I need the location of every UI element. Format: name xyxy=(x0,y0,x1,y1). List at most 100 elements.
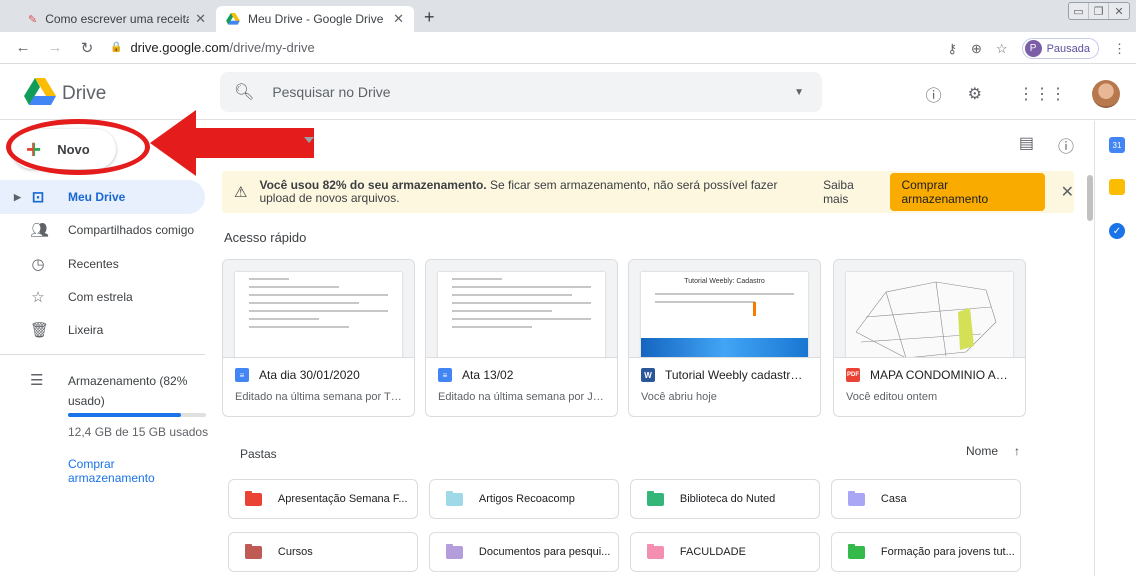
dropdown-caret-icon[interactable] xyxy=(304,137,314,143)
folder-name: Casa xyxy=(880,493,907,505)
file-thumbnail xyxy=(834,260,1025,358)
folder-tile[interactable]: FACULDADE xyxy=(630,532,820,572)
sort-label[interactable]: Nome xyxy=(966,444,998,458)
main-content: ▤ ⓘ ⚠ Você usou 82% do seu armazenamento… xyxy=(210,121,1086,576)
buy-storage-button[interactable]: Comprar armazenamento xyxy=(890,173,1045,211)
minimize-icon[interactable]: ▭ xyxy=(1069,3,1089,19)
tab-recipe[interactable]: ✎ Como escrever uma receita ✕ xyxy=(18,6,216,32)
sidebar-item-recent[interactable]: ◷ Recentes xyxy=(0,247,205,281)
folder-tile[interactable]: Artigos Recoacomp xyxy=(429,479,619,519)
search-icon[interactable]: 🔍︎ xyxy=(234,82,254,102)
folders-title: Pastas xyxy=(240,447,277,461)
expand-caret-icon[interactable]: ▶ xyxy=(14,192,21,203)
settings-gear-icon[interactable]: ⚙ xyxy=(968,84,982,104)
browser-menu-icon[interactable]: ⋮ xyxy=(1113,41,1126,57)
user-avatar[interactable] xyxy=(1092,80,1120,108)
storage-warning-banner: ⚠ Você usou 82% do seu armazenamento. Se… xyxy=(222,171,1074,213)
browser-tab-bar: ✎ Como escrever uma receita ✕ Meu Drive … xyxy=(0,0,1136,32)
quick-access-card[interactable]: PDF MAPA CONDOMINIO AGUA... Você editou o… xyxy=(833,259,1026,417)
folder-icon xyxy=(446,490,463,506)
folder-icon xyxy=(245,543,262,559)
sidebar-item-label: Meu Drive xyxy=(68,190,126,204)
bookmark-star-icon[interactable]: ☆ xyxy=(996,41,1008,57)
word-icon: W xyxy=(641,368,655,382)
storage-used-text: 12,4 GB de 15 GB usados xyxy=(68,425,209,439)
search-bar[interactable]: 🔍︎ Pesquisar no Drive ▼ xyxy=(220,72,822,112)
quick-access-title: Acesso rápido xyxy=(224,230,307,245)
file-name: Tutorial Weebly cadastro B... xyxy=(665,368,808,382)
url-field[interactable]: 🔒 drive.google.com /drive/my-drive xyxy=(110,40,315,55)
back-icon[interactable]: ← xyxy=(14,39,32,56)
profile-avatar: P xyxy=(1024,40,1042,57)
keep-icon[interactable] xyxy=(1109,179,1125,195)
main-scrollbar[interactable] xyxy=(1086,121,1094,576)
key-icon[interactable]: ⚷ xyxy=(947,41,957,57)
learn-more-button[interactable]: Saiba mais xyxy=(823,178,880,206)
thumbnail-title: Tutorial Weebly: Cadastro xyxy=(684,278,765,285)
quick-access-card[interactable]: ≡ Ata dia 30/01/2020 Editado na última se… xyxy=(222,259,415,417)
warning-icon: ⚠ xyxy=(234,184,248,201)
header-actions: ⓘ ⚙ ⋮⋮⋮ xyxy=(926,80,1120,108)
address-bar: ← → ↻ 🔒 drive.google.com /drive/my-drive… xyxy=(0,32,1136,64)
folder-tile[interactable]: Casa xyxy=(831,479,1021,519)
help-icon[interactable]: ⓘ xyxy=(926,82,942,106)
view-actions: ▤ ⓘ xyxy=(1019,133,1074,157)
url-path: /drive/my-drive xyxy=(229,40,315,55)
google-docs-icon: ≡ xyxy=(438,368,452,382)
close-banner-icon[interactable]: ✕ xyxy=(1061,182,1074,202)
drive-favicon-icon xyxy=(226,13,240,25)
folder-tile[interactable]: Biblioteca do Nuted xyxy=(630,479,820,519)
profile-button[interactable]: P Pausada xyxy=(1021,38,1099,59)
forward-icon[interactable]: → xyxy=(46,39,64,56)
banner-message: Você usou 82% do seu armazenamento. Se f… xyxy=(259,179,789,205)
sidebar-item-trash[interactable]: 🗑︎ Lixeira xyxy=(0,313,205,347)
search-input[interactable]: Pesquisar no Drive xyxy=(272,84,390,100)
clock-icon: ◷ xyxy=(31,256,45,273)
close-tab-icon[interactable]: ✕ xyxy=(195,11,206,27)
folder-tile[interactable]: Formação para jovens tut... xyxy=(831,532,1021,572)
calendar-icon[interactable]: 31 xyxy=(1109,137,1125,153)
quick-access-card[interactable]: Tutorial Weebly: Cadastro W Tutorial Weeb… xyxy=(628,259,821,417)
file-thumbnail: Tutorial Weebly: Cadastro xyxy=(629,260,820,358)
banner-bold: Você usou 82% do seu armazenamento. xyxy=(259,178,487,192)
buy-storage-link[interactable]: Comprar armazenamento xyxy=(68,457,188,485)
tab-drive[interactable]: Meu Drive - Google Drive ✕ xyxy=(216,6,414,32)
folder-icon xyxy=(848,543,865,559)
apps-grid-icon[interactable]: ⋮⋮⋮ xyxy=(1018,84,1066,104)
sort-arrow-up-icon[interactable]: ↑ xyxy=(1014,444,1020,458)
add-icon[interactable]: ⊕ xyxy=(971,41,982,57)
folder-name: Biblioteca do Nuted xyxy=(679,493,776,505)
folder-tile[interactable]: Cursos xyxy=(228,532,418,572)
folder-tile[interactable]: Apresentação Semana F... xyxy=(228,479,418,519)
list-view-icon[interactable]: ▤ xyxy=(1019,133,1034,157)
quick-access-card[interactable]: ≡ Ata 13/02 Editado na última semana por … xyxy=(425,259,618,417)
folder-icon xyxy=(848,490,865,506)
close-tab-icon[interactable]: ✕ xyxy=(393,11,404,27)
folder-tile[interactable]: Documentos para pesqui... xyxy=(429,532,619,572)
star-icon: ☆ xyxy=(31,289,45,306)
new-tab-button[interactable]: + xyxy=(424,7,435,28)
tab-title: Meu Drive - Google Drive xyxy=(248,12,384,26)
restore-icon[interactable]: ❐ xyxy=(1089,3,1109,19)
sidebar-item-my-drive[interactable]: ▶ ⊡ Meu Drive xyxy=(0,180,205,214)
search-options-icon[interactable]: ▼ xyxy=(794,87,804,98)
drive-logo-icon xyxy=(24,78,56,105)
sidebar-item-starred[interactable]: ☆ Com estrela xyxy=(0,280,205,314)
close-window-icon[interactable]: ✕ xyxy=(1109,3,1129,19)
folder-icon xyxy=(245,490,262,506)
storage-label[interactable]: Armazenamento (82% usado) xyxy=(68,371,198,411)
scrollbar-thumb[interactable] xyxy=(1087,175,1093,221)
google-docs-icon: ≡ xyxy=(235,368,249,382)
my-drive-icon: ⊡ xyxy=(31,189,45,206)
file-name: Ata 13/02 xyxy=(462,368,514,382)
file-subtitle: Você abriu hoje xyxy=(641,391,717,403)
sort-control[interactable]: Nome ↑ xyxy=(966,444,1020,458)
tab-title: Como escrever uma receita xyxy=(45,12,190,26)
file-name: Ata dia 30/01/2020 xyxy=(259,368,360,382)
tasks-icon[interactable]: ✓ xyxy=(1109,223,1125,239)
reload-icon[interactable]: ↻ xyxy=(78,39,96,57)
info-icon[interactable]: ⓘ xyxy=(1058,133,1074,157)
storage-icon: ☰ xyxy=(30,372,44,389)
file-name: MAPA CONDOMINIO AGUA... xyxy=(870,368,1013,382)
sidebar-item-shared[interactable]: 👥︎ Compartilhados comigo xyxy=(0,213,205,247)
